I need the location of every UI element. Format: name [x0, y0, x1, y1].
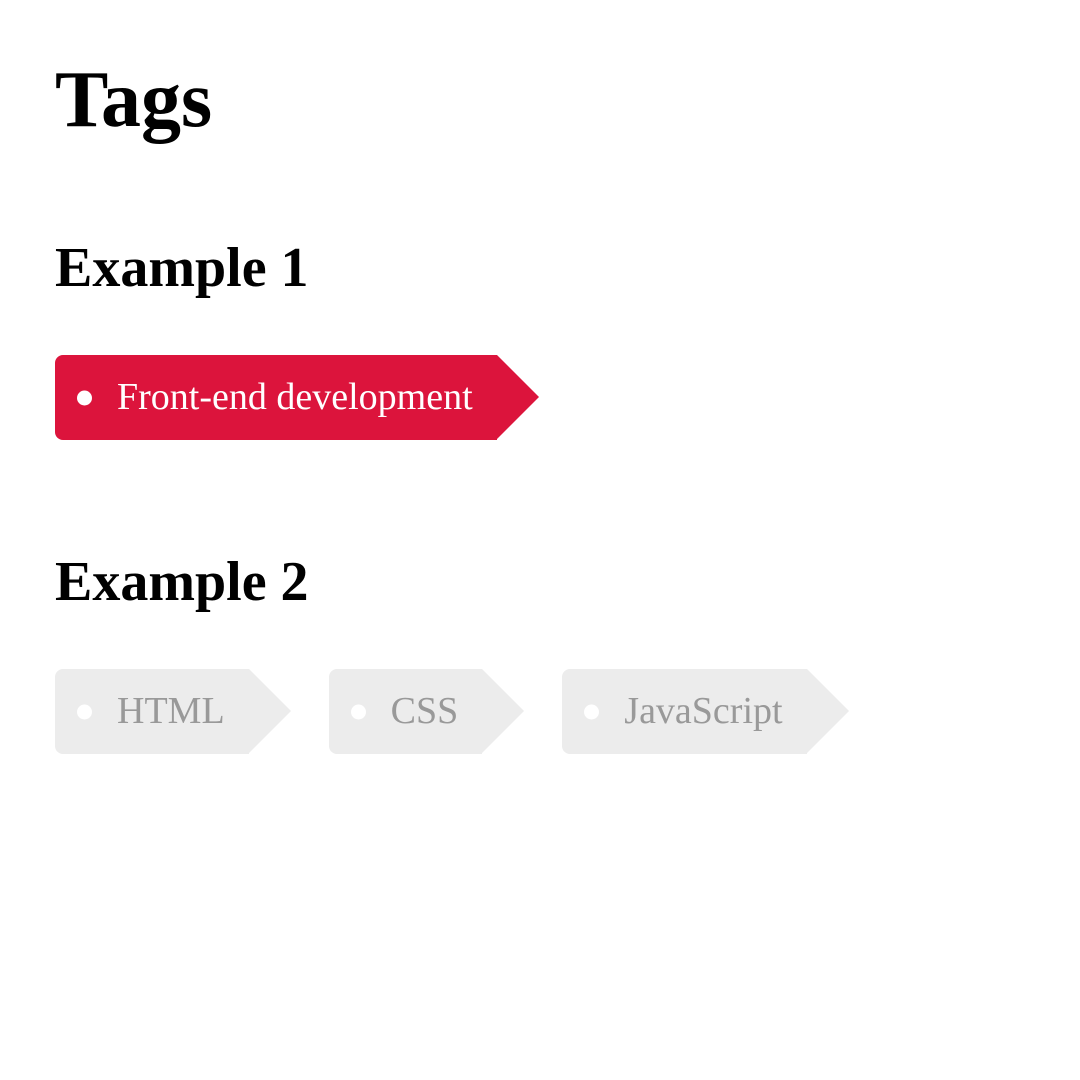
page-title: Tags [55, 55, 1025, 146]
example-1-section: Example 1 Front-end development [55, 236, 1025, 440]
tag-label: Front-end development [117, 355, 473, 440]
tag-label: CSS [391, 669, 459, 754]
tags-container-2: HTML CSS JavaScript [55, 669, 1025, 754]
tag-front-end-development[interactable]: Front-end development [55, 355, 497, 440]
tags-container-1: Front-end development [55, 355, 1025, 440]
example-2-section: Example 2 HTML CSS JavaScript [55, 550, 1025, 754]
tag-css[interactable]: CSS [329, 669, 483, 754]
tag-javascript[interactable]: JavaScript [562, 669, 806, 754]
tag-label: HTML [117, 669, 225, 754]
tag-label: JavaScript [624, 669, 782, 754]
example-2-heading: Example 2 [55, 550, 1025, 614]
tag-html[interactable]: HTML [55, 669, 249, 754]
example-1-heading: Example 1 [55, 236, 1025, 300]
